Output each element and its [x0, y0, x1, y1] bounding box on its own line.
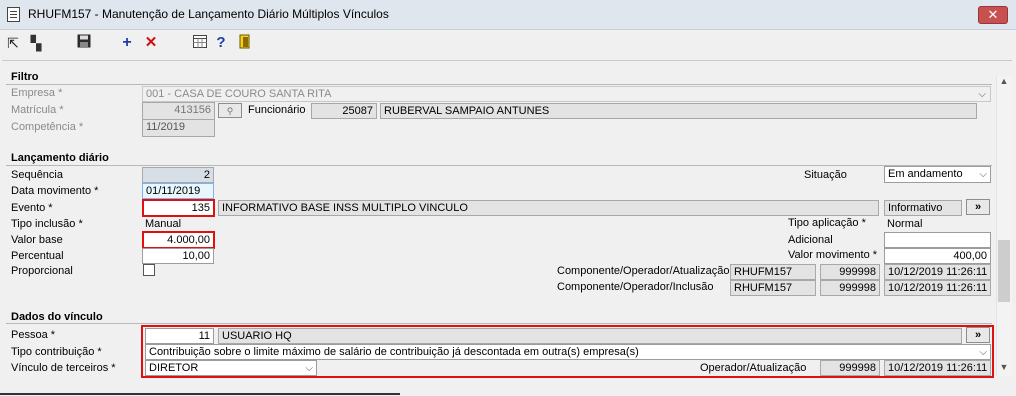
empresa-value: 001 - CASA DE COURO SANTA RITA	[146, 88, 332, 100]
matricula-search-button[interactable]: ⚲	[218, 103, 242, 118]
pessoa-label: Pessoa *	[11, 329, 56, 341]
scroll-down-icon[interactable]: ▼	[998, 362, 1010, 372]
save-icon	[77, 34, 91, 48]
comp-atualizacao-label: Componente/Operador/Atualização	[557, 265, 730, 277]
chevron-down-icon: ⌵	[305, 363, 313, 374]
last-record-icon[interactable]: ▚	[28, 34, 44, 52]
comp-atualizacao-operator: 999998	[820, 264, 880, 280]
tipo-aplicacao-label: Tipo aplicação *	[788, 217, 866, 229]
comp-inclusao-datetime: 10/12/2019 11:26:11	[884, 280, 991, 296]
vinculo-section-title: Dados do vínculo	[11, 311, 103, 323]
funcionario-name-field: RUBERVAL SAMPAIO ANTUNES	[380, 103, 977, 119]
situacao-label: Situação	[804, 169, 847, 181]
competencia-field[interactable]: 11/2019	[142, 119, 215, 137]
close-icon: ✕	[987, 7, 999, 22]
save-button[interactable]	[76, 34, 92, 52]
sequencia-field: 2	[142, 167, 214, 183]
evento-label: Evento *	[11, 202, 53, 214]
bottom-border	[0, 393, 400, 395]
empresa-label: Empresa *	[11, 87, 63, 99]
vinculo-divider	[6, 323, 992, 324]
situacao-value: Em andamento	[888, 168, 963, 180]
operador-atualizacao-datetime: 10/12/2019 11:26:11	[884, 360, 991, 376]
lancamento-section-title: Lançamento diário	[11, 152, 109, 164]
operador-atualizacao-operator: 999998	[820, 360, 880, 376]
evento-details-button[interactable]: »	[966, 199, 990, 215]
competencia-label: Competência *	[11, 121, 84, 133]
adicional-label: Adicional	[788, 234, 833, 246]
scroll-up-icon[interactable]: ▲	[998, 76, 1010, 86]
proporcional-checkbox[interactable]	[143, 264, 155, 276]
vertical-scrollbar[interactable]	[996, 76, 1012, 376]
tipo-contribuicao-select[interactable]: Contribuição sobre o limite máximo de sa…	[145, 344, 991, 360]
tipo-aplicacao-value: Normal	[887, 218, 923, 230]
app-document-icon	[7, 7, 20, 22]
comp-atualizacao-component: RHUFM157	[730, 264, 816, 280]
evento-description-field: INFORMATIVO BASE INSS MULTIPLO VINCULO	[218, 200, 879, 216]
situacao-select[interactable]: Em andamento ⌵	[884, 166, 991, 183]
proporcional-label: Proporcional	[11, 265, 73, 277]
pessoa-name-field: USUARIO HQ	[218, 328, 962, 344]
comp-inclusao-operator: 999998	[820, 280, 880, 296]
lancamento-divider	[6, 165, 992, 166]
percentual-label: Percentual	[11, 250, 64, 262]
comp-inclusao-label: Componente/Operador/Inclusão	[557, 281, 714, 293]
chevron-down-icon: ⌵	[979, 169, 987, 180]
first-record-icon[interactable]: ⇱	[6, 34, 20, 52]
pessoa-details-button[interactable]: »	[966, 327, 990, 343]
data-movimento-label: Data movimento *	[11, 185, 99, 197]
comp-atualizacao-datetime: 10/12/2019 11:26:11	[884, 264, 991, 280]
pessoa-code-field[interactable]: 11	[145, 328, 214, 344]
vinculo-terceiros-select[interactable]: DIRETOR ⌵	[145, 360, 317, 376]
scrollbar-thumb[interactable]	[998, 240, 1010, 302]
filtro-divider	[6, 84, 992, 85]
tipo-contribuicao-label: Tipo contribuição *	[11, 346, 102, 358]
window-title: RHUFM157 - Manutenção de Lançamento Diár…	[28, 7, 389, 21]
vinculo-terceiros-label: Vínculo de terceiros *	[11, 362, 116, 374]
funcionario-label: Funcionário	[248, 104, 306, 116]
valor-movimento-label: Valor movimento *	[788, 249, 878, 261]
valor-base-label: Valor base	[11, 234, 63, 246]
delete-icon[interactable]: ✕	[144, 34, 158, 52]
add-icon[interactable]: +	[120, 34, 134, 52]
matricula-field[interactable]: 413156	[142, 102, 215, 120]
sequencia-label: Sequência	[11, 169, 63, 181]
data-movimento-field[interactable]: 01/11/2019	[142, 183, 214, 199]
filtro-section-title: Filtro	[11, 71, 39, 83]
chevron-down-icon: ⌵	[978, 89, 986, 100]
tipo-inclusao-label: Tipo inclusão *	[11, 218, 83, 230]
funcionario-code-field: 25087	[311, 103, 377, 119]
comp-inclusao-component: RHUFM157	[730, 280, 816, 296]
evento-tipo-field: Informativo	[884, 200, 962, 216]
percentual-field[interactable]: 10,00	[142, 248, 214, 264]
vinculo-terceiros-value: DIRETOR	[149, 362, 199, 374]
tipo-contribuicao-value: Contribuição sobre o limite máximo de sa…	[149, 346, 639, 358]
search-icon: ⚲	[226, 106, 234, 116]
exit-door-icon[interactable]	[238, 34, 252, 52]
empresa-select[interactable]: 001 - CASA DE COURO SANTA RITA ⌵	[142, 86, 991, 102]
valor-base-field[interactable]: 4.000,00	[142, 231, 215, 249]
evento-code-field[interactable]: 135	[142, 199, 215, 217]
adicional-field[interactable]	[884, 232, 991, 248]
toolbar-divider	[2, 60, 1012, 61]
valor-movimento-field[interactable]: 400,00	[884, 248, 991, 264]
operador-atualizacao-label: Operador/Atualização	[700, 362, 807, 374]
chevron-down-icon: ⌵	[979, 347, 987, 358]
close-window-button[interactable]: ✕	[978, 6, 1008, 24]
help-icon[interactable]: ?	[214, 34, 228, 52]
calendar-grid-icon[interactable]	[192, 34, 208, 52]
matricula-label: Matrícula *	[11, 104, 64, 116]
